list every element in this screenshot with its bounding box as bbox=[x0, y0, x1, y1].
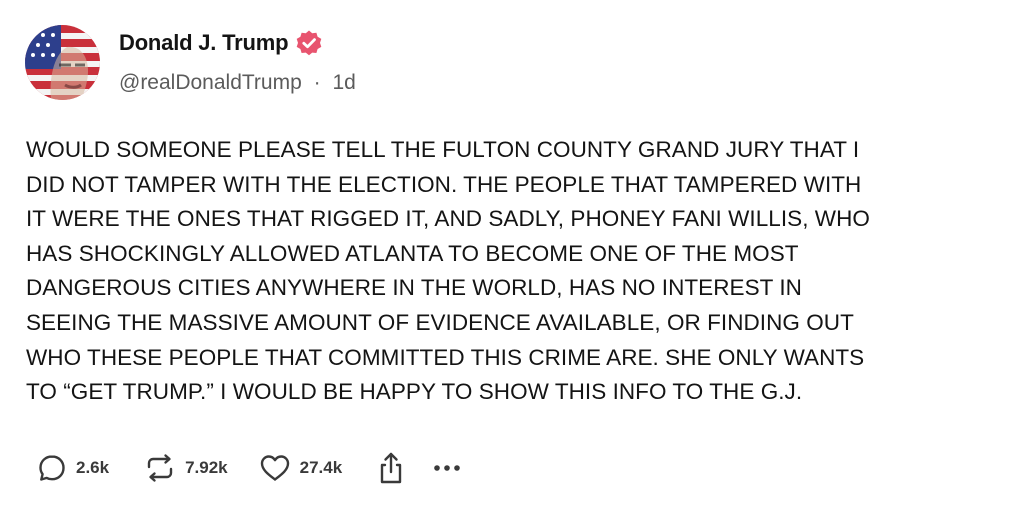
share-icon bbox=[380, 452, 402, 484]
post-line: HAS SHOCKINGLY ALLOWED ATLANTA TO BECOME… bbox=[26, 240, 799, 266]
handle-row: @realDonaldTrump · 1d bbox=[119, 71, 356, 95]
more-button[interactable] bbox=[432, 458, 462, 478]
share-button[interactable] bbox=[376, 450, 406, 486]
like-count: 27.4k bbox=[299, 458, 343, 477]
avatar[interactable] bbox=[25, 25, 100, 100]
heart-icon bbox=[260, 455, 289, 481]
retruth-button[interactable]: 7.92k bbox=[143, 452, 228, 484]
like-button[interactable]: 27.4k bbox=[258, 452, 343, 484]
author-handle[interactable]: @realDonaldTrump bbox=[119, 71, 302, 94]
reply-icon bbox=[39, 455, 65, 481]
verified-badge-icon bbox=[297, 30, 322, 56]
avatar-image bbox=[25, 25, 100, 100]
post-line: DANGEROUS CITIES ANYWHERE IN THE WORLD, … bbox=[26, 275, 802, 301]
post-line: SEEING THE MASSIVE AMOUNT OF EVIDENCE AV… bbox=[26, 309, 854, 335]
retruth-icon bbox=[147, 454, 173, 482]
action-bar: 2.6k 7.92k 27.4k bbox=[36, 448, 462, 488]
post-line: TO “GET TRUMP.” I WOULD BE HAPPY TO SHOW… bbox=[26, 379, 803, 405]
post-line: DID NOT TAMPER WITH THE ELECTION. THE PE… bbox=[26, 171, 862, 197]
more-icon bbox=[434, 465, 460, 471]
author-name[interactable]: Donald J. Trump bbox=[119, 30, 289, 56]
post-body: WOULD SOMEONE PLEASE TELL THE FULTON COU… bbox=[26, 133, 1016, 410]
post-time[interactable]: 1d bbox=[332, 71, 355, 94]
separator-dot: · bbox=[313, 71, 321, 94]
post-line: WOULD SOMEONE PLEASE TELL THE FULTON COU… bbox=[26, 137, 860, 162]
retruth-count: 7.92k bbox=[185, 458, 228, 477]
reply-count: 2.6k bbox=[76, 458, 110, 477]
post-line: IT WERE THE ONES THAT RIGGED IT, AND SAD… bbox=[26, 206, 870, 232]
author-row: Donald J. Trump bbox=[119, 29, 323, 57]
post-line: WHO THESE PEOPLE THAT COMMITTED THIS CRI… bbox=[26, 344, 865, 370]
reply-button[interactable]: 2.6k bbox=[36, 452, 109, 484]
